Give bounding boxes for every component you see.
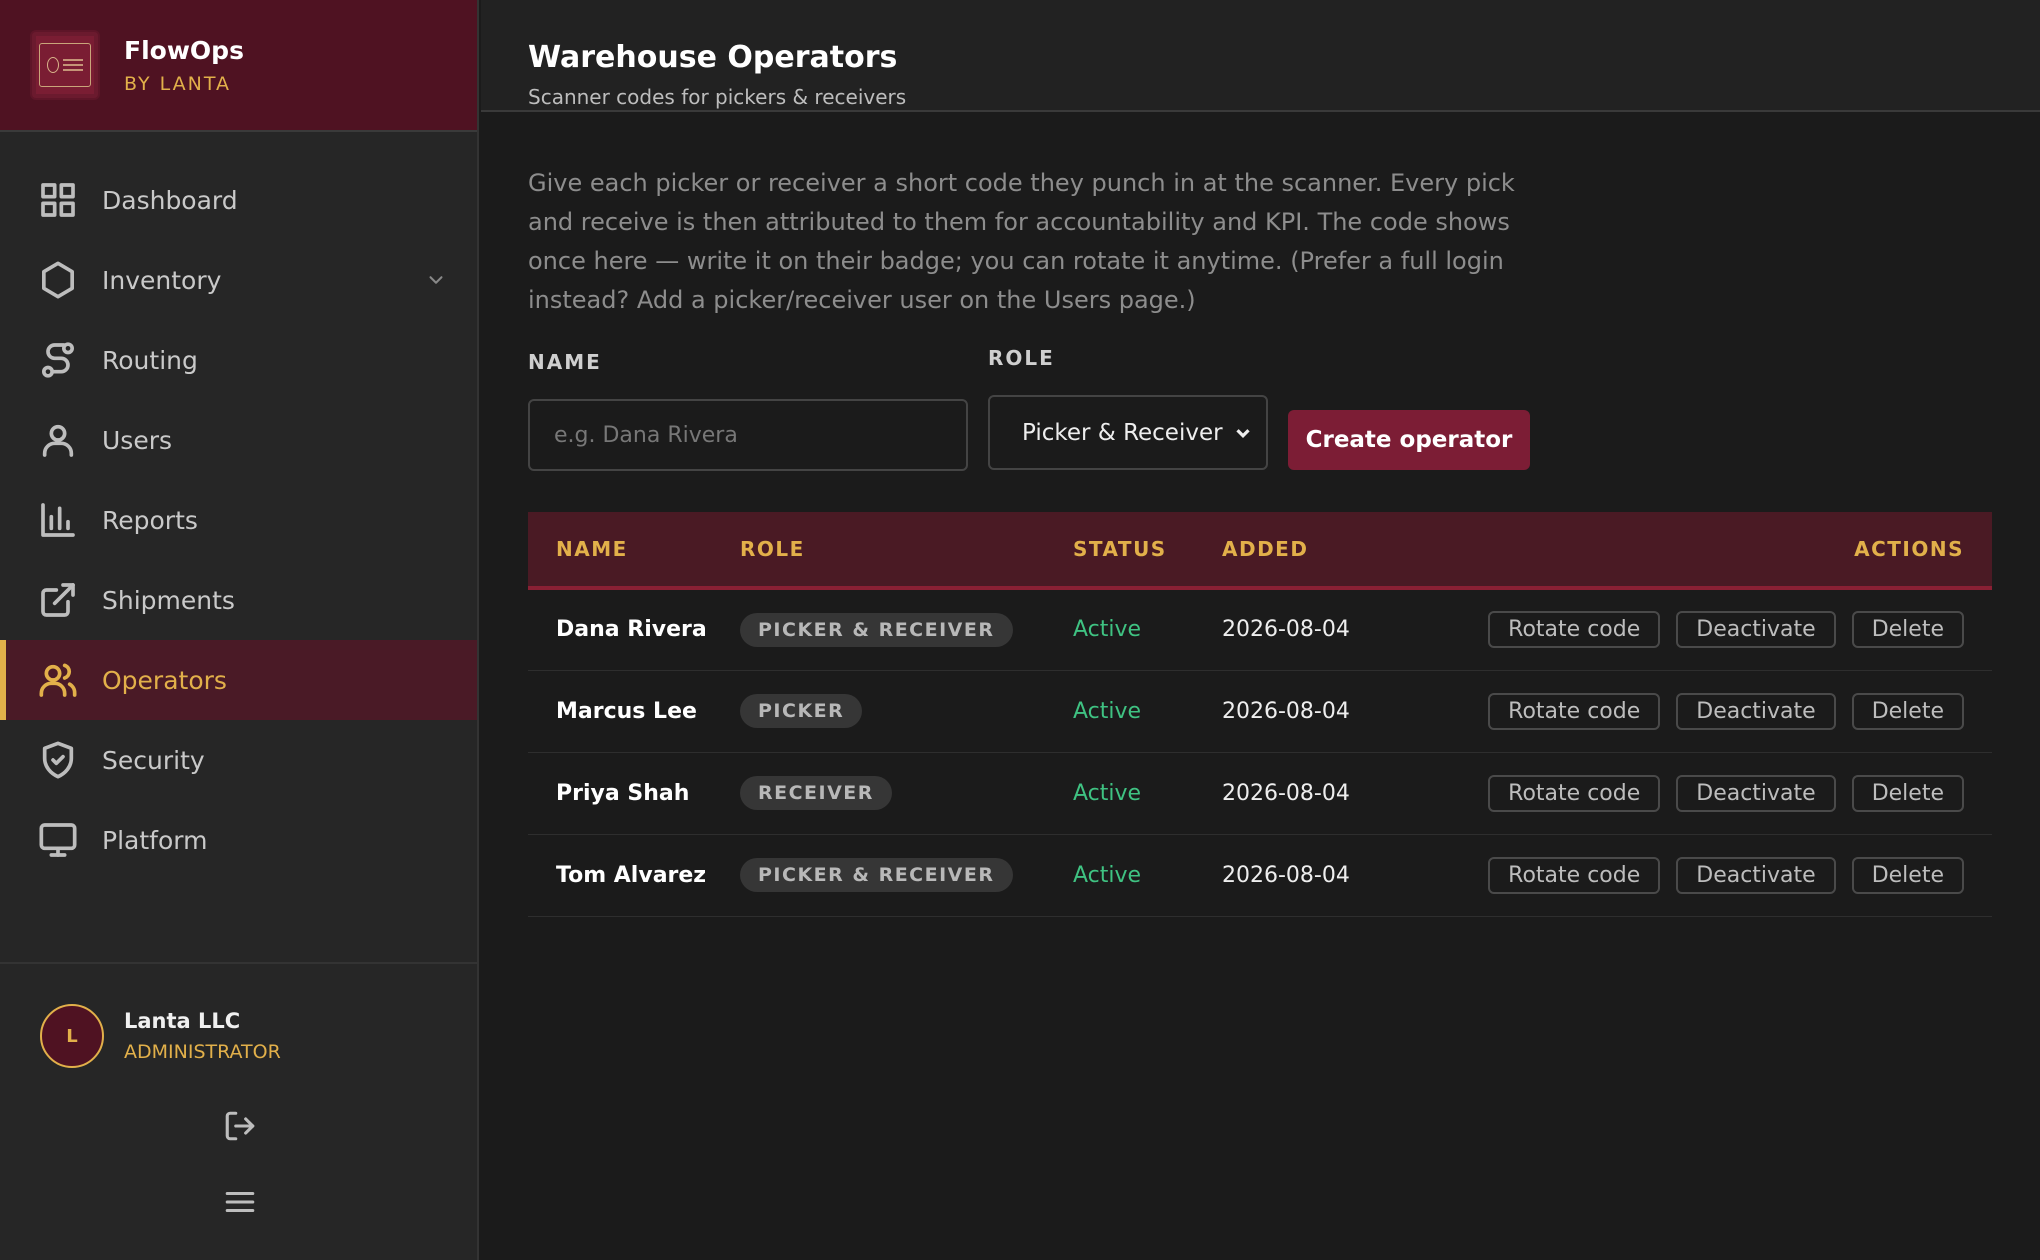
rotate-code-button[interactable]: Rotate code [1488, 774, 1661, 812]
user-icon [42, 424, 74, 457]
logout-button[interactable] [222, 1108, 258, 1144]
deactivate-button[interactable]: Deactivate [1676, 611, 1836, 649]
added-date: 2026-08-04 [1222, 862, 1350, 888]
user-role: ADMINISTRATOR [124, 1041, 281, 1063]
role-field-label: ROLE [988, 346, 1055, 370]
sidebar-item-label: Inventory [102, 265, 222, 295]
column-header-role[interactable]: ROLE [740, 512, 1073, 588]
user-panel: L Lanta LLC ADMINISTRATOR [0, 962, 477, 1260]
hamburger-menu-icon [225, 1191, 255, 1213]
page-subtitle: Scanner codes for pickers & receivers [528, 85, 907, 109]
operator-name: Tom Alvarez [556, 862, 707, 888]
deactivate-button[interactable]: Deactivate [1676, 774, 1836, 812]
column-header-actions: ACTIONS [1854, 537, 1964, 561]
role-select-value: Picker & Receiver [1022, 419, 1223, 446]
operators-table: NAME ROLE STATUS ADDED ACTIONS Dana Rive… [528, 512, 1992, 917]
sidebar-item-reports[interactable]: Reports [0, 480, 477, 560]
page-title: Warehouse Operators [528, 40, 898, 75]
rotate-code-button[interactable]: Rotate code [1488, 856, 1661, 894]
role-badge: PICKER & RECEIVER [740, 612, 1013, 647]
sidebar-item-label: Operators [102, 665, 227, 695]
menu-toggle-button[interactable] [222, 1184, 258, 1220]
sidebar-item-label: Routing [102, 345, 198, 375]
operator-name: Dana Rivera [556, 617, 707, 643]
sidebar-item-label: Users [102, 425, 173, 455]
create-operator-button[interactable]: Create operator [1288, 410, 1530, 470]
bar-chart-icon [41, 503, 75, 537]
user-name: Lanta LLC [124, 1009, 241, 1033]
sidebar-item-users[interactable]: Users [0, 400, 477, 480]
delete-button[interactable]: Delete [1851, 611, 1964, 649]
operator-name: Priya Shah [556, 780, 690, 806]
sidebar-item-label: Platform [102, 825, 208, 855]
column-header-name[interactable]: NAME [528, 512, 740, 588]
page-header: Warehouse Operators Scanner codes for pi… [481, 0, 2040, 112]
table-row: Dana Rivera PICKER & RECEIVER Active 202… [528, 588, 1992, 670]
create-operator-form: NAME ROLE Picker & Receiver Create opera… [528, 346, 1992, 500]
monitor-icon [39, 823, 77, 857]
delete-button[interactable]: Delete [1851, 692, 1964, 730]
rotate-code-button[interactable]: Rotate code [1488, 611, 1661, 649]
sidebar-item-dashboard[interactable]: Dashboard [0, 160, 477, 240]
added-date: 2026-08-04 [1222, 780, 1350, 806]
status-text: Active [1073, 780, 1142, 806]
role-select[interactable]: Picker & Receiver [988, 395, 1268, 470]
sidebar-item-operators[interactable]: Operators [0, 640, 477, 720]
sidebar-item-label: Reports [102, 505, 198, 535]
role-badge: RECEIVER [740, 776, 892, 810]
table-header-row: NAME ROLE STATUS ADDED ACTIONS [528, 512, 1992, 588]
sidebar-nav: Dashboard Inventory Routing Users Report… [0, 132, 477, 880]
sidebar-item-label: Dashboard [102, 185, 238, 215]
deactivate-button[interactable]: Deactivate [1676, 692, 1836, 730]
delete-button[interactable]: Delete [1851, 774, 1964, 812]
chevron-down-icon[interactable] [425, 269, 447, 291]
main-content: Give each picker or receiver a short cod… [528, 112, 1992, 917]
shield-icon [42, 741, 74, 779]
column-header-added[interactable]: ADDED [1222, 512, 1374, 588]
sidebar-item-label: Security [102, 745, 205, 775]
table-row: Priya Shah RECEIVER Active 2026-08-04 Ro… [528, 752, 1992, 834]
brand-subtitle: BY LANTA [124, 72, 232, 95]
table-row: Marcus Lee PICKER Active 2026-08-04 Rota… [528, 670, 1992, 752]
avatar[interactable]: L [40, 1004, 104, 1068]
route-icon [42, 342, 74, 378]
sidebar-item-label: Shipments [102, 585, 235, 615]
sidebar-item-routing[interactable]: Routing [0, 320, 477, 400]
page-description: Give each picker or receiver a short cod… [528, 169, 1515, 314]
status-text: Active [1073, 862, 1142, 888]
column-header-status[interactable]: STATUS [1073, 512, 1222, 588]
status-text: Active [1073, 698, 1142, 724]
name-field-label: NAME [528, 350, 602, 374]
sidebar: FlowOps BY LANTA Dashboard Inventory Rou… [0, 0, 479, 1260]
sidebar-item-security[interactable]: Security [0, 720, 477, 800]
role-badge: PICKER [740, 694, 863, 728]
users-icon [39, 663, 77, 697]
sidebar-item-shipments[interactable]: Shipments [0, 560, 477, 640]
delete-button[interactable]: Delete [1851, 856, 1964, 894]
operator-name: Marcus Lee [556, 698, 697, 724]
deactivate-button[interactable]: Deactivate [1676, 856, 1836, 894]
added-date: 2026-08-04 [1222, 698, 1350, 724]
grid-icon [41, 183, 75, 217]
sidebar-item-inventory[interactable]: Inventory [0, 240, 477, 320]
brand-header[interactable]: FlowOps BY LANTA [0, 0, 477, 132]
rotate-code-button[interactable]: Rotate code [1488, 692, 1661, 730]
company-logo [30, 30, 100, 100]
role-badge: PICKER & RECEIVER [740, 858, 1013, 892]
added-date: 2026-08-04 [1222, 617, 1350, 643]
sidebar-item-platform[interactable]: Platform [0, 800, 477, 880]
logout-icon [225, 1111, 255, 1141]
brand-name: FlowOps [124, 35, 244, 65]
chevron-down-icon [1236, 428, 1250, 438]
hexagon-icon [42, 261, 74, 299]
operator-name-input[interactable] [528, 399, 968, 471]
table-row: Tom Alvarez PICKER & RECEIVER Active 202… [528, 834, 1992, 916]
status-text: Active [1073, 617, 1142, 643]
external-link-icon [41, 583, 75, 617]
